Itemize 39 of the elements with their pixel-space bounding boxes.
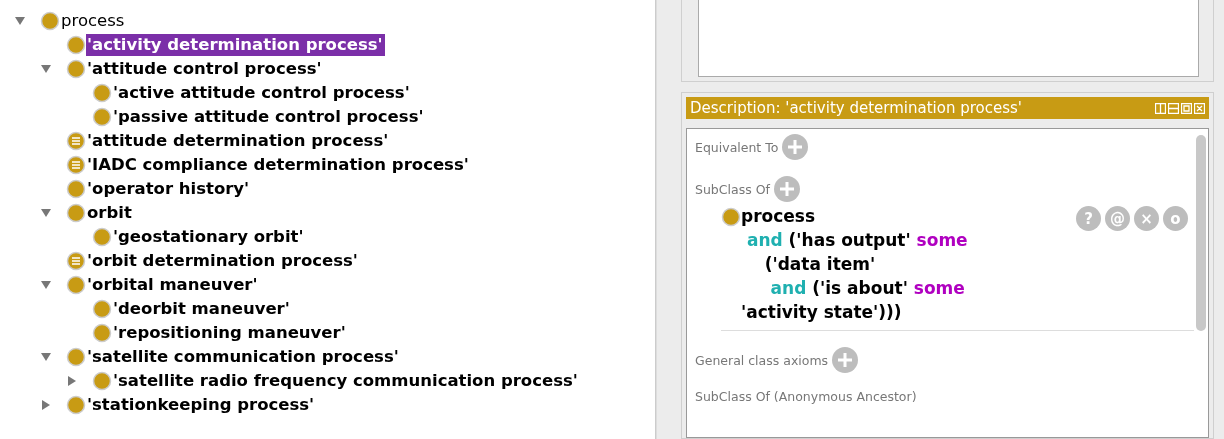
add-button[interactable] xyxy=(832,347,859,373)
maximize-icon[interactable] xyxy=(1181,102,1192,114)
section-label: Equivalent To xyxy=(695,139,779,155)
class-tree-item[interactable]: 'stationkeeping process' xyxy=(86,394,317,416)
class-tree-item[interactable]: 'satellite radio frequency communication process' xyxy=(112,370,580,392)
expand-toggle[interactable] xyxy=(14,15,26,27)
class-tree-item[interactable]: 'passive attitude control process' xyxy=(112,106,426,128)
expand-toggle[interactable] xyxy=(40,279,52,291)
expand-toggle[interactable] xyxy=(66,375,78,387)
section-label: SubClass Of (Anonymous Ancestor) xyxy=(695,389,917,404)
add-button[interactable] xyxy=(782,134,809,160)
expand-toggle[interactable] xyxy=(40,63,52,75)
class-expression: process and ('has output' some ('data item' and ('is about' some 'activity state'))) xyxy=(741,205,968,324)
split-horizontal-icon[interactable] xyxy=(1168,102,1179,114)
section-label: SubClass Of xyxy=(695,181,770,197)
class-tree-item[interactable]: 'activity determination process' xyxy=(86,34,385,56)
class-tree-item[interactable]: orbit xyxy=(86,202,134,224)
class-tree-item[interactable]: process xyxy=(60,10,127,32)
class-tree-item[interactable]: 'attitude control process' xyxy=(86,58,324,80)
class-tree-item[interactable]: 'operator history' xyxy=(86,178,252,200)
panel-title: Description: 'activity determination process' xyxy=(690,99,1022,117)
class-tree-item[interactable]: 'orbital maneuver' xyxy=(86,274,260,296)
expand-toggle[interactable] xyxy=(40,351,52,363)
section-label: General class axioms xyxy=(695,352,829,368)
class-tree-item[interactable]: 'satellite communication process' xyxy=(86,346,401,368)
class-tree-item[interactable]: 'geostationary orbit' xyxy=(112,226,306,248)
class-tree-item[interactable]: 'attitude determination process' xyxy=(86,130,391,152)
class-tree-item[interactable]: 'IADC compliance determination process' xyxy=(86,154,471,176)
expand-toggle[interactable] xyxy=(40,399,52,411)
class-tree-item[interactable]: 'repositioning maneuver' xyxy=(112,322,348,344)
add-button[interactable] xyxy=(773,176,800,202)
class-icon xyxy=(721,207,741,227)
class-tree-item[interactable]: 'active attitude control process' xyxy=(112,82,412,104)
split-vertical-icon[interactable] xyxy=(1155,102,1166,114)
class-tree-item[interactable]: 'deorbit maneuver' xyxy=(112,298,292,320)
scrollbar-thumb[interactable] xyxy=(1196,135,1206,331)
class-tree-item[interactable]: 'orbit determination process' xyxy=(86,250,360,272)
close-icon[interactable] xyxy=(1194,102,1205,114)
expand-toggle[interactable] xyxy=(40,207,52,219)
